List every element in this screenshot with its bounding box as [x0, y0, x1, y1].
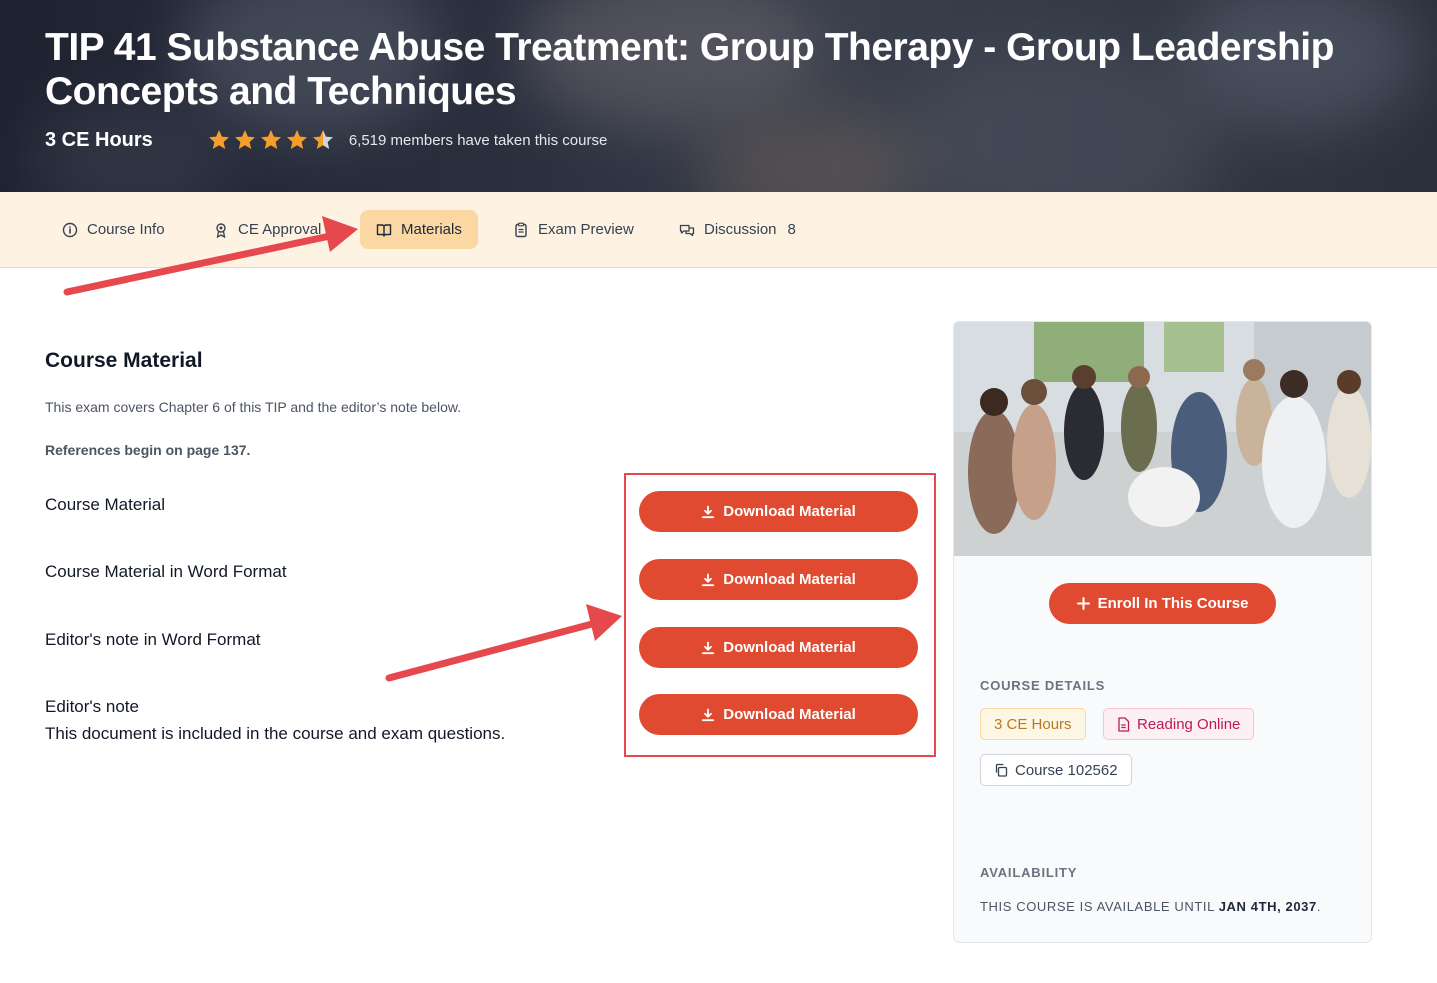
chat-icon [679, 224, 695, 236]
members-count: 6,519 members have taken this course [348, 131, 608, 149]
tab-exam-preview[interactable]: Exam Preview [497, 210, 650, 249]
course-tabs: Course Info CE Approval Materials Exam P… [0, 192, 1437, 268]
tab-label: Materials [401, 221, 462, 238]
star-icon [286, 130, 307, 149]
tab-discussion[interactable]: Discussion 8 [663, 210, 812, 249]
document-icon [1118, 716, 1130, 732]
download-material-button[interactable]: Download Material [639, 491, 918, 532]
badge-label: Reading Online [1137, 715, 1241, 733]
availability-prefix: THIS COURSE IS AVAILABLE UNTIL [980, 899, 1215, 914]
discussion-count: 8 [787, 221, 796, 238]
arrow-to-download-buttons [385, 604, 622, 682]
course-title: TIP 41 Substance Abuse Treatment: Group … [45, 26, 1334, 113]
download-material-button[interactable]: Download Material [639, 559, 918, 600]
material-label: Editor's note in Word Format [45, 630, 261, 649]
rating-stars [207, 128, 335, 152]
download-icon [702, 505, 715, 518]
tab-materials[interactable]: Materials [360, 210, 478, 249]
star-icon [208, 130, 229, 149]
copy-icon [995, 763, 1008, 777]
star-icon [234, 130, 255, 149]
material-description: This document is included in the course … [45, 724, 506, 743]
tab-label: CE Approval [238, 221, 322, 238]
info-icon [62, 222, 78, 237]
button-label: Download Material [723, 503, 856, 520]
course-hero: TIP 41 Substance Abuse Treatment: Group … [0, 0, 1437, 192]
download-material-button[interactable]: Download Material [639, 627, 918, 668]
button-label: Download Material [723, 571, 856, 588]
download-icon [702, 573, 715, 586]
tab-ce-approval[interactable]: CE Approval [197, 210, 337, 249]
group-therapy-photo [954, 322, 1371, 556]
award-icon [216, 222, 226, 238]
availability-date: JAN 4TH, 2037 [1218, 899, 1317, 914]
intro-text: This exam covers Chapter 6 of this TIP a… [45, 399, 462, 415]
plus-icon [1076, 597, 1090, 610]
availability-text: THIS COURSE IS AVAILABLE UNTIL JAN 4TH, … [980, 899, 1322, 914]
course-id-badge[interactable]: Course 102562 [980, 754, 1132, 786]
tab-course-info[interactable]: Course Info [46, 210, 181, 249]
enroll-label: Enroll In This Course [1097, 595, 1249, 612]
references-note: References begin on page 137. [45, 442, 251, 458]
ce-hours-badge: 3 CE Hours [980, 708, 1086, 740]
reading-online-badge: Reading Online [1103, 708, 1255, 740]
download-material-button[interactable]: Download Material [639, 694, 918, 735]
course-details-heading: COURSE DETAILS [980, 678, 1106, 693]
course-sidebar-card: Enroll In This Course COURSE DETAILS 3 C… [953, 321, 1372, 943]
tab-label: Course Info [87, 221, 165, 238]
material-label: Course Material in Word Format [45, 562, 287, 581]
half-star-icon [312, 130, 333, 149]
book-icon [376, 223, 392, 237]
section-title: Course Material [45, 349, 203, 372]
clipboard-icon [515, 222, 527, 237]
button-label: Download Material [723, 639, 856, 656]
badge-label: Course 102562 [1015, 761, 1118, 779]
material-label: Course Material [45, 495, 165, 514]
download-icon [702, 641, 715, 654]
badge-label: 3 CE Hours [994, 715, 1072, 733]
ce-hours-label: 3 CE Hours [45, 128, 153, 151]
enroll-button[interactable]: Enroll In This Course [1049, 583, 1276, 624]
material-label: Editor's note [45, 697, 139, 716]
button-label: Download Material [723, 706, 856, 723]
tab-label: Discussion [704, 221, 777, 238]
download-icon [702, 708, 715, 721]
tab-label: Exam Preview [538, 221, 634, 238]
star-icon [260, 130, 281, 149]
availability-heading: AVAILABILITY [980, 865, 1078, 880]
